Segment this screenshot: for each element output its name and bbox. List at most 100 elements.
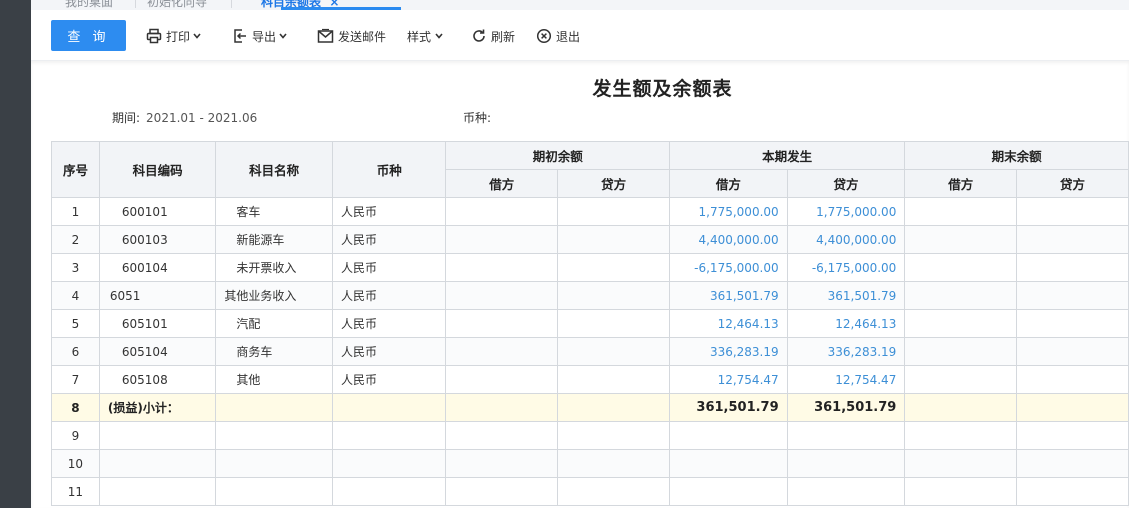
- table-row[interactable]: 3 600104 未开票收入 人民币 -6,175,000.00 -6,175,000.0…: [51, 253, 1129, 282]
- table-row[interactable]: 1 600101 客车 人民币 1,775,000.00 1,775,000.00: [51, 197, 1129, 226]
- tab-init-wizard[interactable]: 初始化向导: [147, 0, 207, 10]
- cell-closing-debit: [904, 337, 1018, 366]
- table-row[interactable]: 5 605101 汽配 人民币 12,464.13 12,464.13: [51, 309, 1129, 338]
- cell-empty: [215, 477, 333, 506]
- cell-account-code: 600104: [98, 253, 217, 282]
- header-opening-balance: 期初余额: [445, 141, 670, 170]
- table-row[interactable]: 2 600103 新能源车 人民币 4,400,000.00 4,400,000.00: [51, 225, 1129, 254]
- cell-current-debit: 361,501.79: [668, 393, 788, 422]
- cell-account-name: 商务车: [215, 337, 333, 366]
- cell-empty: [98, 477, 217, 506]
- cell-seq: 4: [51, 281, 100, 310]
- cell-closing-credit: [1016, 281, 1129, 310]
- cell-seq: 6: [51, 337, 100, 366]
- export-button[interactable]: 导出: [232, 26, 288, 46]
- header-current-period: 本期发生: [668, 141, 906, 170]
- cell-current-credit: 12,754.47: [786, 365, 906, 394]
- cell-closing-credit: [1016, 365, 1129, 394]
- cell-account-code: 605104: [98, 337, 217, 366]
- period-value: 2021.01 - 2021.06: [146, 111, 258, 125]
- style-label: 样式: [407, 29, 432, 44]
- left-sidebar-rail: [0, 0, 31, 508]
- cell-empty: [668, 421, 788, 450]
- cell-closing-debit: [904, 225, 1018, 254]
- cell-empty: [445, 449, 559, 478]
- cell-current-debit: 12,754.47: [668, 365, 788, 394]
- cell-empty: [904, 477, 1018, 506]
- export-label: 导出: [252, 29, 277, 44]
- cell-opening-credit: [557, 253, 670, 282]
- envelope-icon: [317, 28, 334, 43]
- header-opening-debit: 借方: [445, 169, 559, 198]
- cell-empty: [215, 449, 333, 478]
- period-label: 期间:: [112, 111, 141, 125]
- print-label: 打印: [166, 29, 191, 44]
- cell-opening-credit: [557, 197, 670, 226]
- table-row[interactable]: 7 605108 其他 人民币 12,754.47 12,754.47: [51, 365, 1129, 394]
- table-row[interactable]: 9: [51, 421, 1129, 450]
- cell-empty: [668, 477, 788, 506]
- cell-empty: [557, 449, 670, 478]
- cell-account-code: 605101: [98, 309, 217, 338]
- table-row[interactable]: 11: [51, 477, 1129, 506]
- cell-empty: [331, 477, 447, 506]
- header-seq: 序号: [51, 141, 100, 198]
- cell-current-credit: 361,501.79: [786, 393, 906, 422]
- header-current-debit: 借方: [668, 169, 788, 198]
- balance-table: 序号 科目编码 科目名称 币种 期初余额 本期发生 期末余额 借方 贷方 借方 …: [51, 141, 1129, 506]
- cell-seq: 3: [51, 253, 100, 282]
- cell-current-credit: 361,501.79: [786, 281, 906, 310]
- cell-currency: 人民币: [331, 365, 447, 394]
- header-current-credit: 贷方: [786, 169, 906, 198]
- cell-current-debit: 1,775,000.00: [668, 197, 788, 226]
- cell-seq: 9: [51, 421, 100, 450]
- refresh-label: 刷新: [491, 29, 516, 44]
- cell-seq: 2: [51, 225, 100, 254]
- cell-closing-debit: [904, 281, 1018, 310]
- cell-opening-debit: [445, 393, 559, 422]
- exit-label: 退出: [556, 29, 581, 44]
- cell-opening-debit: [445, 309, 559, 338]
- query-button[interactable]: 查 询: [51, 20, 126, 51]
- cell-empty: [445, 421, 559, 450]
- exit-button[interactable]: 退出: [536, 26, 580, 46]
- cell-account-name: 未开票收入: [215, 253, 333, 282]
- tab-my-desktop[interactable]: 我的桌面: [65, 0, 113, 10]
- cell-current-debit: 336,283.19: [668, 337, 788, 366]
- subtotal-row[interactable]: 8 (损益)小计： 361,501.79 361,501.79: [51, 393, 1129, 422]
- cell-seq: 11: [51, 477, 100, 506]
- print-button[interactable]: 打印: [146, 26, 202, 46]
- table-row[interactable]: 6 605104 商务车 人民币 336,283.19 336,283.19: [51, 337, 1129, 366]
- style-dropdown[interactable]: 样式: [407, 26, 444, 46]
- cell-empty: [1016, 477, 1129, 506]
- cell-currency: 人民币: [331, 253, 447, 282]
- cell-empty: [557, 477, 670, 506]
- cell-current-debit: -6,175,000.00: [668, 253, 788, 282]
- header-currency: 币种: [331, 141, 447, 198]
- chevron-down-icon: [193, 33, 201, 39]
- cell-opening-debit: [445, 197, 559, 226]
- cell-seq: 7: [51, 365, 100, 394]
- cell-empty: [904, 449, 1018, 478]
- cell-opening-credit: [557, 281, 670, 310]
- cell-empty: [331, 393, 447, 422]
- table-row[interactable]: 4 6051 其他业务收入 人民币 361,501.79 361,501.79: [51, 281, 1129, 310]
- cell-currency: 人民币: [331, 197, 447, 226]
- cell-opening-debit: [445, 253, 559, 282]
- cell-empty: [445, 477, 559, 506]
- refresh-button[interactable]: 刷新: [471, 26, 515, 46]
- cell-opening-debit: [445, 225, 559, 254]
- cell-empty: [331, 421, 447, 450]
- cell-seq: 5: [51, 309, 100, 338]
- cell-closing-debit: [904, 197, 1018, 226]
- chevron-down-icon: [435, 33, 443, 39]
- send-email-button[interactable]: 发送邮件: [317, 26, 386, 46]
- header-opening-credit: 贷方: [557, 169, 670, 198]
- cell-opening-debit: [445, 365, 559, 394]
- header-closing-debit: 借方: [904, 169, 1018, 198]
- cell-seq: 1: [51, 197, 100, 226]
- table-row[interactable]: 10: [51, 449, 1129, 478]
- cell-empty: [557, 421, 670, 450]
- table-body: 1 600101 客车 人民币 1,775,000.00 1,775,000.00 2 600…: [51, 197, 1129, 506]
- cell-current-credit: 336,283.19: [786, 337, 906, 366]
